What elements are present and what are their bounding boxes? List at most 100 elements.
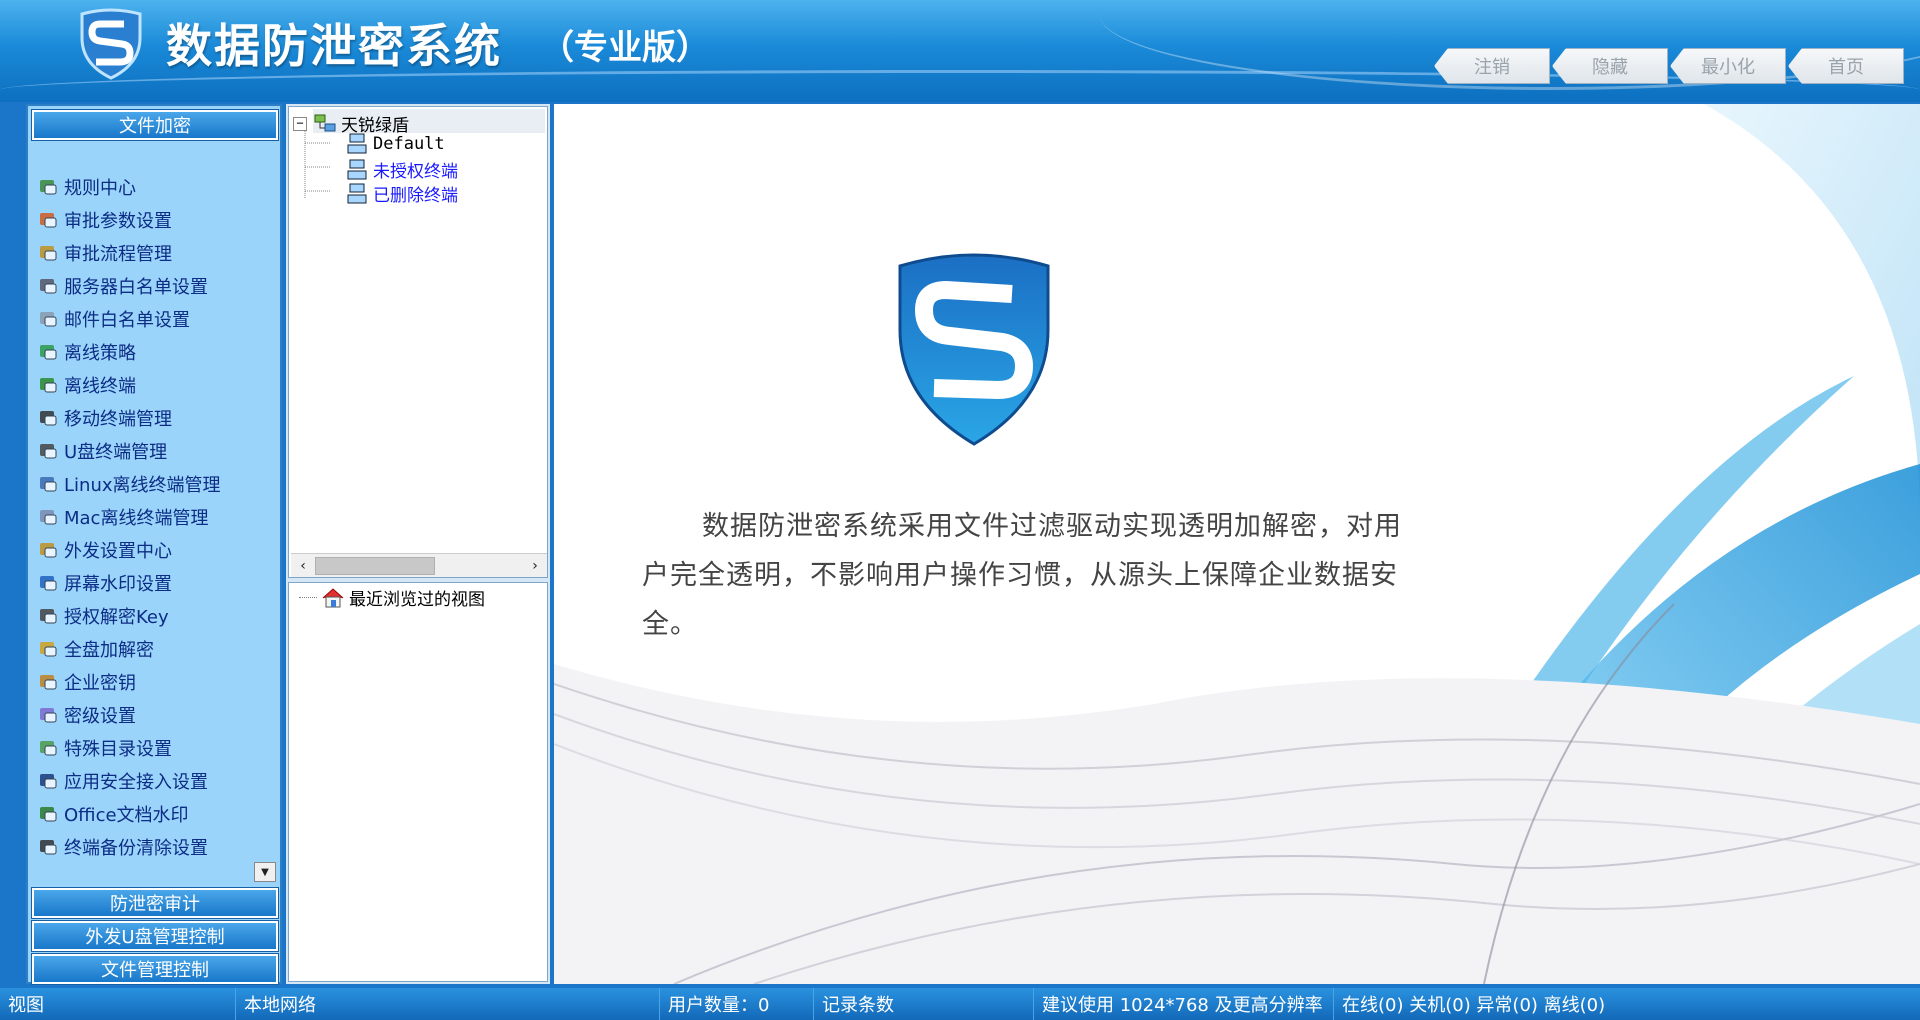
minimize-button[interactable]: 最小化 (1670, 48, 1786, 84)
tree-node-label: 未授权终端 (373, 162, 458, 182)
status-view: 视图 (0, 988, 236, 1020)
menu-item[interactable]: U盘终端管理 (36, 434, 276, 467)
app-edition: （专业版） (540, 28, 710, 68)
key-lock-icon (36, 605, 60, 627)
top-nav: 注销 隐藏 最小化 首页 (1434, 48, 1906, 84)
menu-item[interactable]: 应用安全接入设置 (36, 764, 276, 797)
recent-views-panel: 最近浏览过的视图 (288, 582, 548, 982)
app-title: 数据防泄密系统 (166, 19, 502, 73)
menu-item[interactable]: 离线终端 (36, 368, 276, 401)
workflow-icon (36, 242, 60, 264)
left-panel: 文件加密 规则中心审批参数设置 审批流程管理服务器白名单设置 邮件白名单设置 离线策略… (26, 104, 282, 985)
menu-item[interactable]: 服务器白名单设置 (36, 269, 276, 302)
menu-item[interactable]: 移动终端管理 (36, 401, 276, 434)
menu-item[interactable]: 邮件白名单设置 (36, 302, 276, 335)
menu-item[interactable]: Linux离线终端管理 (36, 467, 276, 500)
menu-item-label: 全盘加解密 (64, 639, 154, 661)
tree-dotted-line (299, 597, 317, 598)
computer-group-icon (347, 133, 367, 154)
menu-item[interactable]: 屏幕水印设置 (36, 566, 276, 599)
menu-item[interactable]: 全盘加解密 (36, 632, 276, 665)
section-file-control[interactable]: 文件管理控制 (31, 953, 279, 985)
menu-item-label: 密级设置 (64, 705, 136, 727)
menu-item[interactable]: Office文档水印 (36, 797, 276, 830)
menu-item[interactable]: 企业密钥 (36, 665, 276, 698)
menu-item-label: 特殊目录设置 (64, 738, 172, 760)
network-group-icon (314, 114, 336, 131)
screen-watermark-icon (36, 572, 60, 594)
main-content: 数据防泄密系统采用文件过滤驱动实现透明加解密，对用户完全透明，不影响用户操作习惯… (554, 104, 1920, 984)
tree-node-deleted[interactable]: 已删除终端 (345, 181, 458, 206)
menu-item[interactable]: 外发设置中心 (36, 533, 276, 566)
menu-item-label: Office文档水印 (64, 804, 189, 826)
status-user-count: 用户数量：0 (660, 988, 814, 1020)
logout-button[interactable]: 注销 (1434, 48, 1550, 84)
menu-item-label: 应用安全接入设置 (64, 771, 208, 793)
menu-item-label: 审批流程管理 (64, 243, 172, 265)
scroll-right-icon[interactable]: › (525, 556, 545, 576)
mac-icon (36, 506, 60, 528)
disk-encrypt-icon (36, 638, 60, 660)
home-button[interactable]: 首页 (1788, 48, 1904, 84)
menu-scroll-down-button[interactable]: ▼ (254, 862, 276, 882)
menu-item[interactable]: 特殊目录设置 (36, 731, 276, 764)
status-network: 本地网络 (236, 988, 660, 1020)
enterprise-key-icon (36, 671, 60, 693)
offline-policy-icon (36, 341, 60, 363)
usb-icon (36, 440, 60, 462)
menu-item-label: 邮件白名单设置 (64, 309, 190, 331)
menu-item[interactable]: 离线策略 (36, 335, 276, 368)
menu-item-label: U盘终端管理 (64, 441, 168, 463)
linux-icon (36, 473, 60, 495)
menu-item[interactable]: 终端备份清除设置 (36, 830, 276, 863)
status-resolution: 建议使用 1024*768 及更高分辨率 (1034, 988, 1334, 1020)
menu-item-label: Linux离线终端管理 (64, 474, 221, 496)
mobile-icon (36, 407, 60, 429)
shield-logo-icon (80, 8, 142, 80)
menu-item[interactable]: 审批流程管理 (36, 236, 276, 269)
computer-group-icon (347, 183, 367, 203)
menu-item-label: 审批参数设置 (64, 210, 172, 232)
special-dir-icon (36, 737, 60, 759)
scroll-left-icon[interactable]: ‹ (293, 556, 313, 576)
section-audit[interactable]: 防泄密审计 (31, 887, 279, 919)
menu-list: 规则中心审批参数设置 审批流程管理服务器白名单设置 邮件白名单设置 离线策略离线终端移… (36, 170, 276, 863)
menu-item-label: 离线策略 (64, 342, 136, 364)
scroll-thumb[interactable] (315, 557, 435, 575)
recent-views-node[interactable]: 最近浏览过的视图 (299, 585, 485, 610)
section-usb-control[interactable]: 外发U盘管理控制 (31, 920, 279, 952)
status-records: 记录条数 (814, 988, 1034, 1020)
mail-icon (36, 308, 60, 330)
hide-button[interactable]: 隐藏 (1552, 48, 1668, 84)
terminal-tree: − 天锐绿盾 Default 未授权终端 已删除终端 ‹ › (288, 106, 548, 578)
office-watermark-icon (36, 803, 60, 825)
tree-node-unauthorized[interactable]: 未授权终端 (345, 157, 458, 182)
menu-item[interactable]: Mac离线终端管理 (36, 500, 276, 533)
tree-node-default[interactable]: Default (345, 133, 445, 155)
section-file-encryption[interactable]: 文件加密 (31, 109, 279, 141)
menu-item-label: 企业密钥 (64, 672, 136, 694)
menu-item[interactable]: 密级设置 (36, 698, 276, 731)
menu-item-label: 终端备份清除设置 (64, 837, 208, 859)
menu-item-label: 移动终端管理 (64, 408, 172, 430)
recent-views-label: 最近浏览过的视图 (349, 590, 485, 610)
menu-item-label: 离线终端 (64, 375, 136, 397)
menu-item-label: 屏幕水印设置 (64, 573, 172, 595)
menu-item[interactable]: 审批参数设置 (36, 203, 276, 236)
menu-item-label: 服务器白名单设置 (64, 276, 208, 298)
menu-item[interactable]: 授权解密Key (36, 599, 276, 632)
menu-item-label: 外发设置中心 (64, 540, 172, 562)
collapse-toggle-icon[interactable]: − (293, 116, 307, 131)
menu-item[interactable]: 规则中心 (36, 170, 276, 203)
intro-text: 数据防泄密系统采用文件过滤驱动实现透明加解密，对用户完全透明，不影响用户操作习惯… (642, 511, 1402, 640)
approval-params-icon (36, 209, 60, 231)
status-bar: 视图 本地网络 用户数量：0 记录条数 建议使用 1024*768 及更高分辨率… (0, 988, 1920, 1020)
tree-horizontal-scrollbar[interactable]: ‹ › (291, 553, 547, 577)
header-bar: 数据防泄密系统 （专业版） 注销 隐藏 最小化 首页 (0, 0, 1920, 102)
tree-node-label: 已删除终端 (373, 186, 458, 206)
shield-logo-icon (898, 253, 1050, 446)
app-access-icon (36, 770, 60, 792)
status-terminal-counts: 在线(0) 关机(0) 异常(0) 离线(0) (1342, 995, 1606, 1016)
menu-item-label: Mac离线终端管理 (64, 507, 209, 529)
server-icon (36, 275, 60, 297)
